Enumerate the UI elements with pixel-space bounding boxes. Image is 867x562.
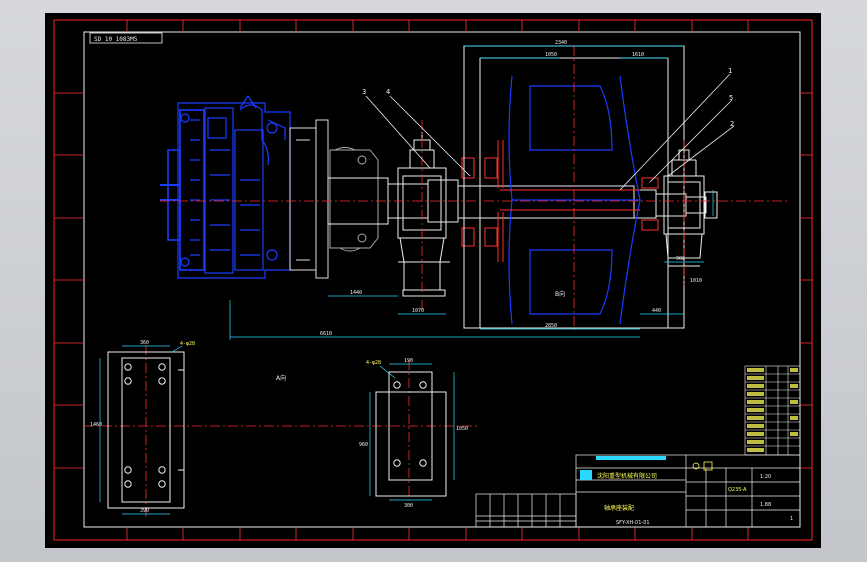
plan-right-dim-side: 960 xyxy=(359,442,368,448)
tb-material: Q235-A xyxy=(728,487,747,493)
plan-right-dim-top: 190 xyxy=(404,358,413,364)
title-block-header-strip xyxy=(596,456,666,460)
dim-shaft-end: 440 xyxy=(652,308,661,314)
cad-drawing-sheet[interactable]: SD 10 1083M5 2340 1050 1610 6610 2850 14… xyxy=(0,0,867,562)
dim-top-right: 1610 xyxy=(632,52,644,58)
callout-5: 5 xyxy=(729,94,733,102)
dim-right-base: 1010 xyxy=(690,278,702,284)
plan-left-dim-bottom: 390 xyxy=(140,508,149,514)
dim-bottom-right: 2850 xyxy=(545,323,557,329)
dim-bottom-overall: 6610 xyxy=(320,331,332,337)
dim-bearing-base: 1070 xyxy=(412,308,424,314)
tb-scale: 1:20 xyxy=(760,474,771,480)
tb-drawing-no: SFY-XH-01-01 xyxy=(616,520,650,526)
tb-weight: 1.88 xyxy=(760,502,771,508)
view-label-a: A向 xyxy=(276,374,286,382)
callout-2: 2 xyxy=(730,120,734,128)
tb-sheet: 1 xyxy=(790,516,793,522)
plan-right-dim-right: 1050 xyxy=(456,426,468,432)
tb-drawing-name: 轴承座装配 xyxy=(604,504,634,512)
plan-left-dim-top: 360 xyxy=(140,340,149,346)
dim-motor-base: 1440 xyxy=(350,290,362,296)
plan-right-tag: 4-φ28 xyxy=(366,360,381,366)
callout-1: 1 xyxy=(728,67,732,75)
code-box-text: SD 10 1083M5 xyxy=(94,36,138,43)
cad-viewport[interactable]: SD 10 1083M5 2340 1050 1610 6610 2850 14… xyxy=(0,0,867,562)
title-block-logo xyxy=(580,470,592,480)
callout-4: 4 xyxy=(386,88,390,96)
plan-left-tag: 4-φ28 xyxy=(180,341,195,347)
tb-company: 沈阳重型机械有限公司 xyxy=(597,472,657,480)
view-label-b: B向 xyxy=(555,290,565,298)
plan-right-dim-bottom: 300 xyxy=(404,503,413,509)
dim-foot-span: 900 xyxy=(676,256,685,262)
dim-top-overall: 2340 xyxy=(555,40,567,46)
dim-top-left: 1050 xyxy=(545,52,557,58)
plan-left-dim-side: 1460 xyxy=(90,422,102,428)
callout-3: 3 xyxy=(362,88,366,96)
